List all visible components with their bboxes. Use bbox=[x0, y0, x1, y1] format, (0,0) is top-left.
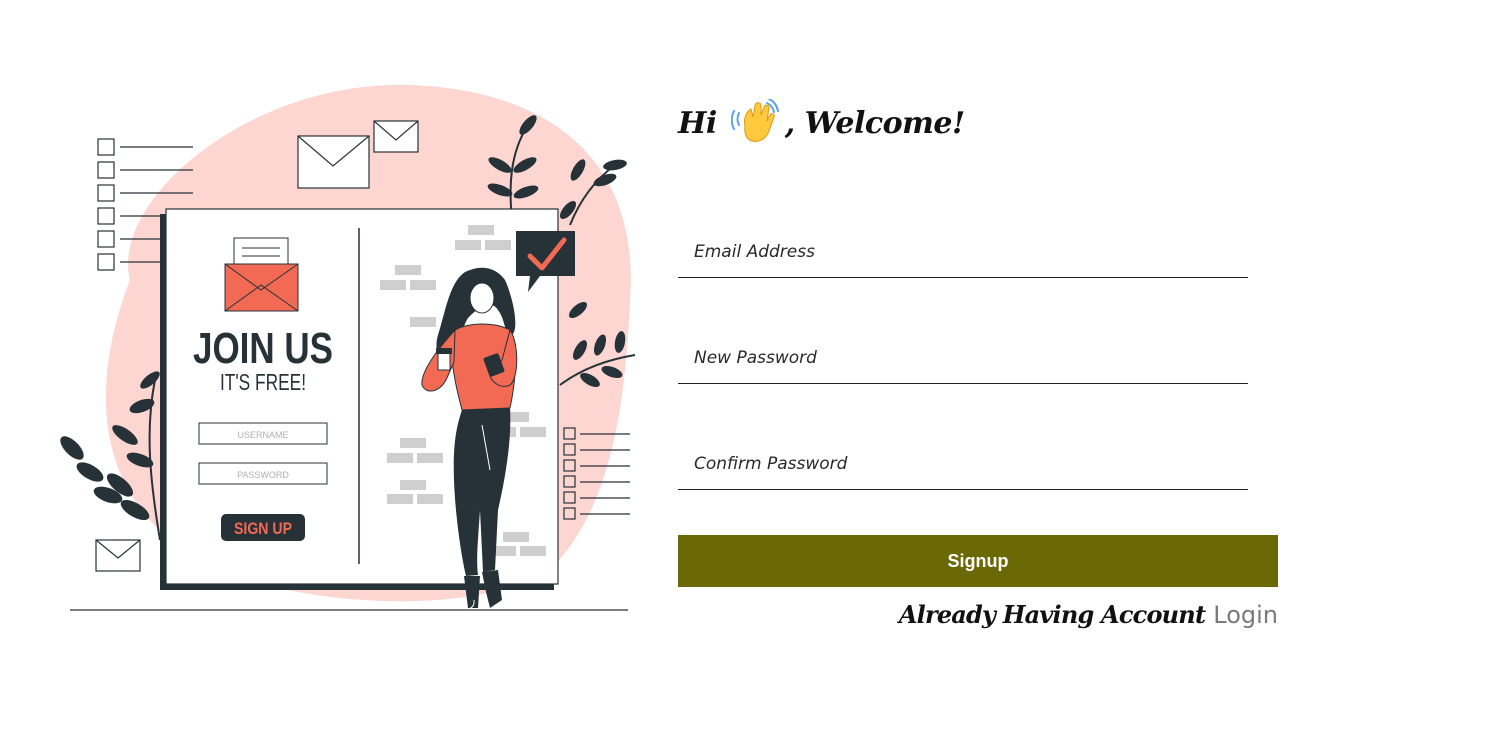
waving-hand-icon bbox=[730, 99, 779, 142]
mail-icon bbox=[224, 237, 299, 312]
welcome-text: , Welcome! bbox=[784, 105, 965, 141]
signup-button[interactable]: Signup bbox=[678, 535, 1278, 587]
welcome-heading: Hi , Welcome! bbox=[678, 98, 965, 148]
illustration-password-label: PASSWORD bbox=[237, 470, 289, 480]
already-account-text: Already Having Account bbox=[898, 600, 1206, 629]
its-free-subheading: IT'S FREE! bbox=[220, 369, 306, 395]
email-field[interactable] bbox=[678, 226, 1248, 278]
welcome-greeting: Hi bbox=[678, 105, 717, 141]
login-prompt: Already Having Account Login bbox=[899, 600, 1278, 629]
join-us-heading: JOIN US bbox=[193, 324, 333, 373]
illustration-signup-label: SIGN UP bbox=[234, 519, 292, 538]
illustration-username-label: USERNAME bbox=[237, 430, 288, 440]
confirm-password-field[interactable] bbox=[678, 438, 1248, 490]
signup-page: JOIN US IT'S FREE! USERNAME PASSWORD SIG… bbox=[0, 0, 1488, 735]
new-password-field[interactable] bbox=[678, 332, 1248, 384]
login-link[interactable]: Login bbox=[1213, 601, 1278, 629]
signup-illustration: JOIN US IT'S FREE! USERNAME PASSWORD SIG… bbox=[60, 84, 636, 611]
